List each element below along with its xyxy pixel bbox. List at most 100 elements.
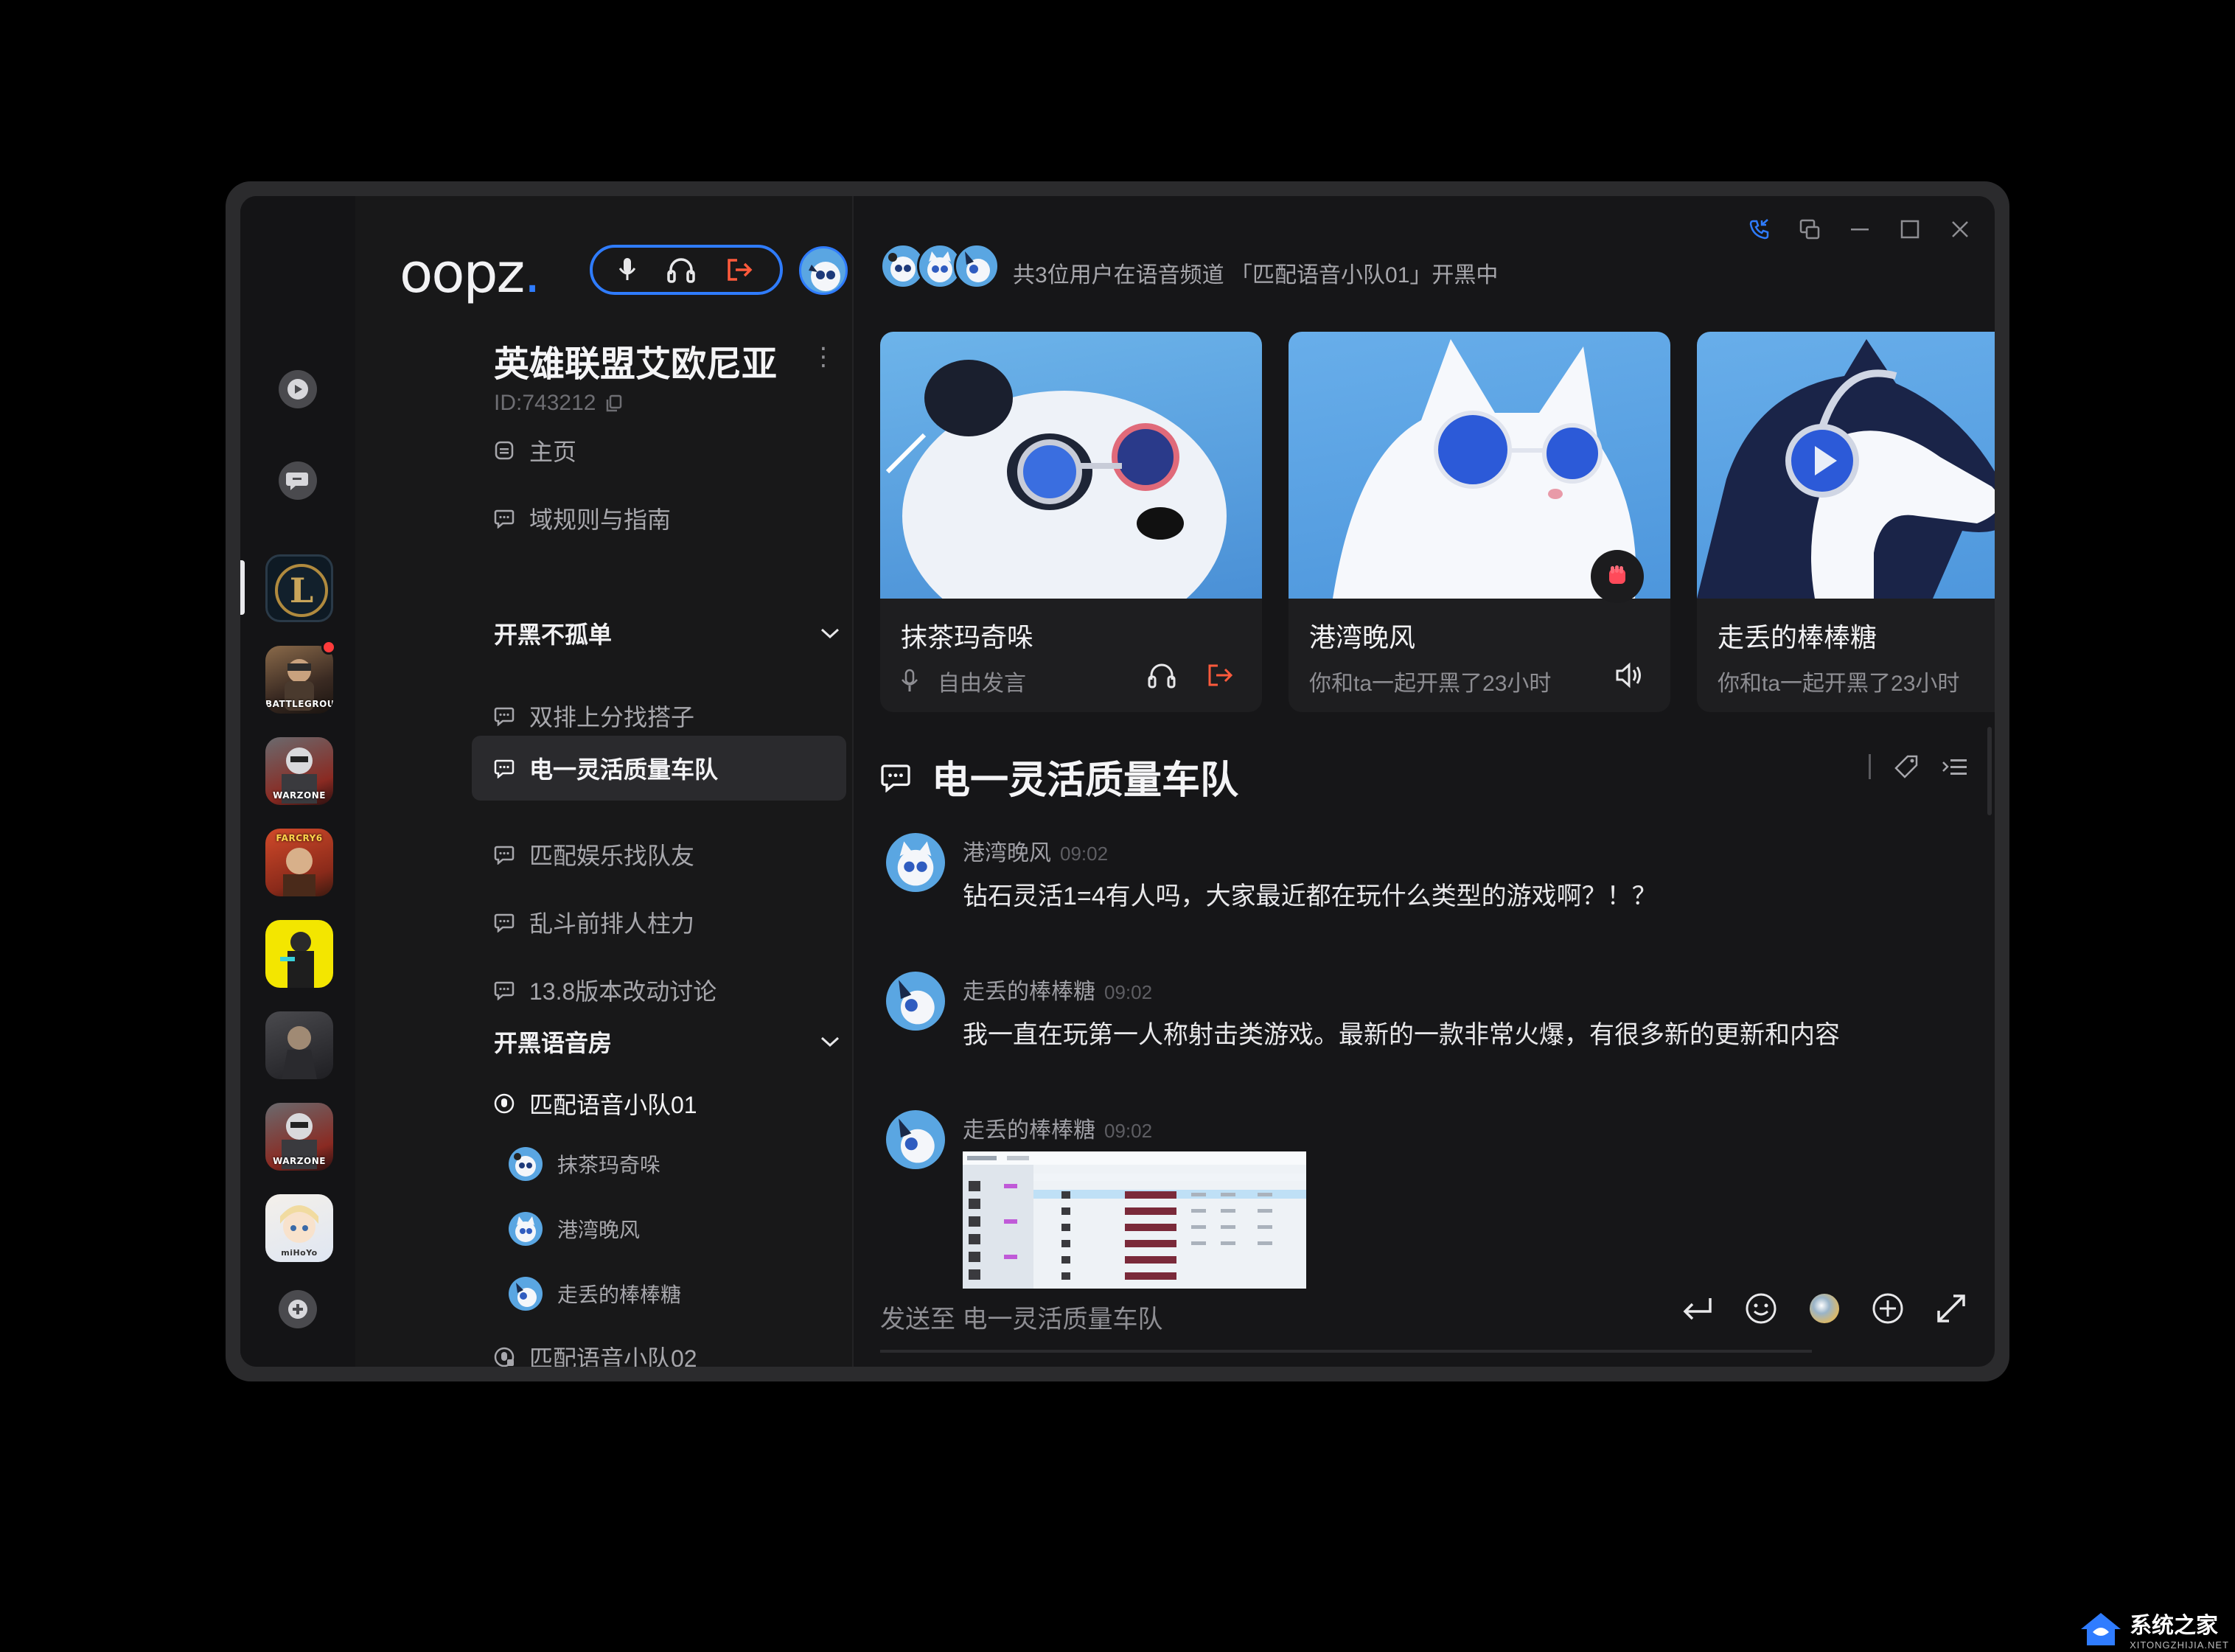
chat-bubble-icon — [494, 913, 515, 933]
channel-rules[interactable]: 域规则与指南 — [472, 494, 671, 543]
sticker-orb-icon[interactable] — [1807, 1292, 1841, 1325]
add-attachment-icon[interactable] — [1871, 1292, 1905, 1325]
voice-member-card[interactable]: 走丢的棒棒糖 你和ta一起开黑了23小时 — [1697, 332, 1995, 712]
chat-bubble-icon — [494, 981, 515, 1000]
plus-icon — [288, 1300, 307, 1319]
channel-item-active[interactable]: 电一灵活质量车队 — [472, 736, 846, 801]
channel-item[interactable]: 13.8版本改动讨论 — [472, 966, 716, 1014]
discover-button[interactable] — [279, 370, 317, 408]
voice-member-card[interactable]: 港湾晚风 你和ta一起开黑了23小时 — [1289, 332, 1670, 712]
user-avatar[interactable] — [799, 246, 848, 295]
leave-voice-icon[interactable] — [725, 257, 755, 282]
rail-server-farcry[interactable]: FARCRY6 — [265, 829, 333, 896]
logo-text: oopz — [400, 242, 525, 305]
voice-user-name: 抹茶玛奇哚 — [557, 1154, 661, 1177]
server-more-icon[interactable]: ⋮ — [811, 342, 836, 372]
category-label: 开黑不孤单 — [494, 621, 613, 648]
rail-server-cyberpunk[interactable] — [265, 920, 333, 988]
leave-voice-icon[interactable] — [1206, 663, 1235, 688]
channel-home[interactable]: 主页 — [472, 426, 576, 475]
message-time: 09:02 — [1060, 843, 1109, 865]
cat-avatar-icon — [515, 1216, 536, 1242]
voice-user[interactable]: 港湾晚风 — [509, 1212, 640, 1246]
member-name: 港湾晚风 — [1309, 622, 1416, 652]
voice-channel-locked-icon — [494, 1347, 515, 1367]
cat-avatar-icon — [897, 841, 934, 886]
category-kaihei[interactable]: 开黑不孤单 — [494, 616, 840, 650]
channel-item[interactable]: 双排上分找搭子 — [472, 691, 694, 740]
member-list-icon[interactable] — [1942, 753, 1968, 780]
microphone-icon[interactable] — [618, 257, 637, 283]
avatar — [954, 243, 1000, 289]
svg-text:L: L — [290, 571, 313, 610]
rail-server-league-of-legends[interactable]: L — [265, 554, 333, 622]
phone-call-icon[interactable] — [1748, 218, 1771, 240]
avatar[interactable] — [886, 972, 945, 1031]
message-author[interactable]: 走丢的棒棒糖 — [963, 1118, 1095, 1143]
rail-server-death-stranding[interactable] — [265, 1011, 333, 1079]
mute-button[interactable] — [1591, 550, 1644, 603]
page-icon — [495, 441, 514, 460]
message-text: 我一直在玩第一人称射击类游戏。最新的一款非常火爆，有很多新的更新和内容 — [963, 1021, 1840, 1049]
avatar[interactable] — [886, 833, 945, 892]
message-meta: 港湾晚风 09:02 — [963, 834, 1108, 867]
emoji-icon[interactable] — [1744, 1292, 1778, 1325]
chat-bubble-icon — [494, 707, 515, 726]
member-status: 你和ta一起开黑了23小时 — [1718, 665, 1959, 697]
voice-member-card[interactable]: 抹茶玛奇哚 自由发言 — [880, 332, 1262, 712]
voice-channel-01[interactable]: 匹配语音小队01 — [472, 1079, 697, 1128]
headphones-icon[interactable] — [1147, 662, 1176, 689]
tag-icon[interactable] — [1893, 753, 1920, 780]
rail-server-warzone-2[interactable]: WARZONE — [265, 1103, 333, 1171]
avatar[interactable] — [886, 1110, 945, 1169]
screen-share-icon[interactable] — [1799, 218, 1821, 240]
voice-status-text: 共3位用户在语音频道 「匹配语音小队01」开黑中 — [1013, 263, 1499, 287]
channel-item[interactable]: 匹配娱乐找队友 — [472, 830, 694, 879]
fist-icon — [1609, 565, 1625, 584]
category-voice[interactable]: 开黑语音房 — [494, 1025, 840, 1059]
rail-server-warzone[interactable]: WARZONE — [265, 737, 333, 805]
divider — [1869, 754, 1871, 779]
window-controls — [1748, 218, 1971, 240]
close-icon[interactable] — [1949, 218, 1971, 240]
headphones-icon[interactable] — [666, 257, 696, 283]
chat-bubble-icon — [881, 764, 910, 792]
rail-server-genshin[interactable]: miHoYo — [265, 1194, 333, 1262]
copy-icon[interactable] — [606, 394, 622, 412]
avatar — [509, 1212, 543, 1246]
message-author[interactable]: 港湾晚风 — [963, 841, 1051, 865]
voice-user[interactable]: 走丢的棒棒糖 — [509, 1277, 681, 1311]
rail-server-pubg[interactable]: BATTLEGROUNDS — [265, 646, 333, 714]
expand-icon[interactable] — [1934, 1292, 1968, 1325]
voice-user[interactable]: 抹茶玛奇哚 — [509, 1147, 660, 1181]
hooded-figure-icon — [282, 1026, 317, 1079]
message-author[interactable]: 走丢的棒棒糖 — [963, 980, 1095, 1004]
chat-bubble-icon — [286, 473, 308, 490]
panda-avatar-icon — [514, 1153, 536, 1177]
messages-button[interactable] — [279, 461, 317, 500]
voice-channel-02[interactable]: 匹配语音小队02 — [472, 1333, 697, 1367]
message-input[interactable]: 发送至 电一灵活质量车队 — [880, 1299, 1812, 1353]
rail-game-label: WARZONE — [273, 1156, 326, 1166]
member-status: 自由发言 — [901, 665, 1026, 697]
avatar — [509, 1147, 543, 1181]
chat-channel-title: 电一灵活质量车队 — [932, 759, 1239, 802]
voice-avatars-stack[interactable] — [880, 243, 1000, 289]
add-server-button[interactable] — [279, 1290, 317, 1328]
volume-icon[interactable] — [1614, 662, 1644, 689]
minimize-icon[interactable] — [1849, 218, 1871, 240]
watermark-sub: XITONGZHIJIA.NET — [2130, 1639, 2229, 1651]
scrollbar[interactable] — [1987, 727, 1992, 815]
rail-active-indicator — [240, 560, 245, 615]
channel-label: 域规则与指南 — [529, 506, 672, 533]
maximize-icon[interactable] — [1899, 218, 1921, 240]
enter-send-icon[interactable] — [1681, 1294, 1715, 1323]
channel-item[interactable]: 乱斗前排人柱力 — [472, 898, 694, 947]
member-status-text: 你和ta一起开黑了23小时 — [1309, 672, 1552, 696]
chat-header-tools — [1869, 753, 1968, 780]
app-window: L BATTLEGROUNDS WARZONE FARCRY6 WARZONE — [240, 196, 1995, 1367]
rail-game-label: miHoYo — [281, 1248, 318, 1258]
message-time: 09:02 — [1104, 981, 1153, 1003]
image-attachment[interactable] — [963, 1151, 1306, 1292]
panda-sunglasses-art-icon — [885, 360, 1227, 641]
